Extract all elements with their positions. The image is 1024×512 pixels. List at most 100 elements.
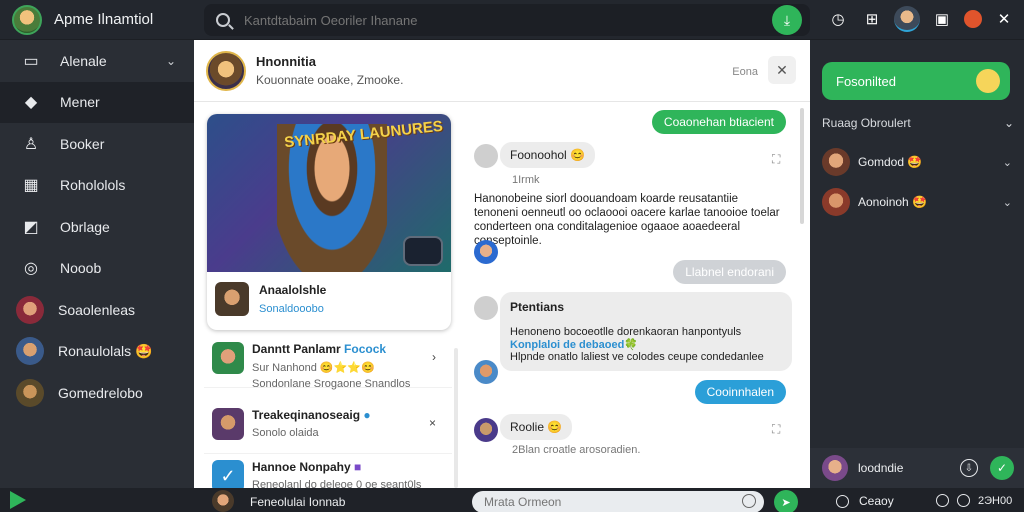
search-icon (216, 13, 230, 27)
user-name: Aonoinoh 🤩 (858, 195, 927, 209)
list-item-sub: Sur Nanhond 😊⭐⭐😊 (252, 362, 375, 374)
sidebar-item-booker[interactable]: ♙ Booker (0, 123, 194, 165)
sidebar-item-label: Ronaulolals 🤩 (58, 342, 153, 359)
reaction-icon[interactable]: ⛶ (772, 422, 780, 437)
search-submit-button[interactable]: ⤓ (772, 5, 802, 35)
puzzle-icon: ◆ (24, 94, 38, 112)
current-user-bar: loodndie ⇩ ✓ (810, 448, 1024, 488)
sidebar-item-label: Nooob (60, 260, 102, 277)
sidebar-item-mener[interactable]: ◆ Mener (0, 81, 194, 123)
game-card-footer: Anaalolshle Sonaldooobo (207, 272, 451, 326)
clock-icon[interactable] (742, 494, 756, 508)
settings-icon[interactable] (957, 494, 970, 507)
chevron-right-icon[interactable]: › (432, 350, 436, 364)
list-item[interactable]: Treakeqinanoseaig ● Sonolo olaida × (204, 402, 452, 454)
game-card[interactable]: SYNRDAY LAUNURES Anaalolshle Sonaldooobo (207, 114, 451, 330)
close-icon[interactable]: ✕ (768, 56, 796, 84)
outgoing-message[interactable]: Cooinnhalen (694, 380, 786, 404)
sidebar-item-label: Rohololols (60, 177, 126, 194)
game-artwork: SYNRDAY LAUNURES (207, 114, 451, 272)
send-icon[interactable]: ✓ (990, 456, 1014, 480)
download-icon[interactable]: ⇩ (960, 459, 978, 477)
chevron-down-icon[interactable]: ⌄ (166, 54, 176, 68)
sidebar-item-ronaulolals[interactable]: Ronaulolals 🤩 (0, 331, 194, 373)
message-thread: Coaonehan btiacient Foonoohol 😊 1Irmk ⛶ … (470, 106, 800, 488)
user-icon[interactable] (936, 494, 949, 507)
user-item[interactable]: Aonoinoh 🤩 ⌄ (822, 188, 1014, 216)
message-line: Konplaloi de debaoed🍀 (510, 339, 638, 351)
sidebar-item-label: Booker (60, 135, 105, 152)
sidebar-item-nooob[interactable]: ◎ Nooob (0, 248, 194, 290)
fox-icon[interactable] (964, 10, 982, 28)
avatar (822, 188, 850, 216)
incoming-message[interactable]: Foonoohol 😊 (500, 142, 595, 168)
time-label: 2ЭН00 (978, 494, 1013, 507)
outgoing-message[interactable]: Llabnel endorani (673, 260, 786, 284)
sidebar-item-rohololols[interactable]: ▦ Rohololols (0, 165, 194, 207)
square-icon: ▭ (23, 52, 39, 70)
chevron-down-icon[interactable]: ⌄ (1004, 116, 1014, 130)
smile-icon (976, 69, 1000, 93)
app-logo[interactable] (12, 4, 42, 35)
scrollbar[interactable] (454, 348, 458, 488)
add-message-icon[interactable]: ⊞ (860, 7, 884, 31)
status-group: Ceaoy (836, 494, 894, 508)
chat-icon[interactable]: ▣ (930, 7, 954, 31)
clock-group: 2ЭН00 (936, 494, 1012, 507)
sidebar-item-gomedrelobo[interactable]: Gomedrelobo (0, 372, 194, 414)
user-item[interactable]: Gomdod 🤩 ⌄ (822, 148, 1014, 176)
scrollbar[interactable] (800, 108, 804, 224)
close-icon[interactable]: × (429, 416, 436, 430)
list-item-sub: Sondonlane Srogaone Snandlos (252, 378, 411, 390)
right-panel: Fosonilted Ruaag Obroulert ⌄ Gomdod 🤩 ⌄ … (810, 40, 1024, 488)
list-item-title: Danntt Panlamr (252, 342, 341, 356)
flag-icon[interactable] (10, 491, 26, 509)
sidebar-item-label: Gomedrelobo (58, 384, 143, 401)
game-badge-icon (403, 236, 443, 266)
edit-icon: ◩ (23, 218, 39, 236)
sidebar-item-obrlage[interactable]: ◩ Obrlage (0, 206, 194, 248)
favorited-banner[interactable]: Fosonilted (822, 62, 1010, 100)
incoming-message[interactable]: Roolie 😊 (500, 414, 573, 440)
clock-icon[interactable]: ◷ (826, 7, 850, 31)
sidebar-item-label: Alenale (60, 52, 107, 69)
game-column: SYNRDAY LAUNURES Anaalolshle Sonaldooobo… (204, 112, 458, 506)
avatar[interactable] (822, 455, 848, 481)
badge-icon: ■ (354, 460, 362, 474)
reaction-icon[interactable]: ⛶ (772, 152, 780, 167)
incoming-message[interactable]: Ptentians Henoneno bocoeotlle dorenkaora… (500, 292, 792, 371)
avatar (16, 337, 44, 366)
message-input[interactable] (472, 491, 764, 512)
chat-title: Hnonnitia (256, 54, 316, 69)
list-item[interactable]: Danntt Panlamr Focock Sur Nanhond 😊⭐⭐😊 S… (204, 336, 452, 390)
message-time: 1Irmk (512, 174, 540, 186)
bottom-bar: Feneolulai Ionnab ➤ Ceaoy 2ЭН00 (0, 488, 1024, 512)
chat-panel: Hnonnitia Kouonnate ooake, Zmooke. Eona … (194, 40, 810, 506)
outgoing-message[interactable]: Coaonehan btiacient (651, 110, 786, 134)
avatar (822, 148, 850, 176)
send-icon[interactable]: ➤ (774, 490, 798, 512)
list-item-highlight: Focock (344, 342, 387, 356)
profile-avatar[interactable] (894, 6, 920, 32)
chevron-down-icon[interactable]: ⌄ (1003, 156, 1012, 169)
message-sub: 2Blan croatle arosoradien. (512, 444, 641, 456)
chevron-down-icon[interactable]: ⌄ (1003, 196, 1012, 209)
search-bar[interactable]: ⤓ (204, 4, 810, 36)
avatar (215, 282, 249, 316)
avatar (474, 418, 498, 442)
avatar[interactable] (206, 50, 246, 91)
list-item-title: Treakeqinanoseaig (252, 408, 361, 422)
avatar (474, 240, 498, 264)
list-item-title: Hannoe Nonpahy (252, 460, 351, 474)
user-name: Gomdod 🤩 (858, 155, 923, 169)
sidebar-item-alenale[interactable]: ▭ Alenale ⌄ (0, 40, 194, 82)
section-title[interactable]: Ruaag Obroulert ⌄ (822, 116, 1014, 130)
message-line: Henoneno bocoeotlle dorenkaoran hanponty… (510, 326, 742, 338)
circle-icon[interactable] (836, 494, 849, 508)
sidebar-item-soaolenleas[interactable]: Soaolenleas (0, 289, 194, 331)
close-icon[interactable]: ✕ (992, 7, 1016, 31)
sidebar-item-label: Mener (60, 94, 100, 111)
search-input[interactable] (244, 12, 764, 28)
status-label: Ceaoy (859, 494, 894, 508)
game-list: Danntt Panlamr Focock Sur Nanhond 😊⭐⭐😊 S… (204, 336, 452, 506)
